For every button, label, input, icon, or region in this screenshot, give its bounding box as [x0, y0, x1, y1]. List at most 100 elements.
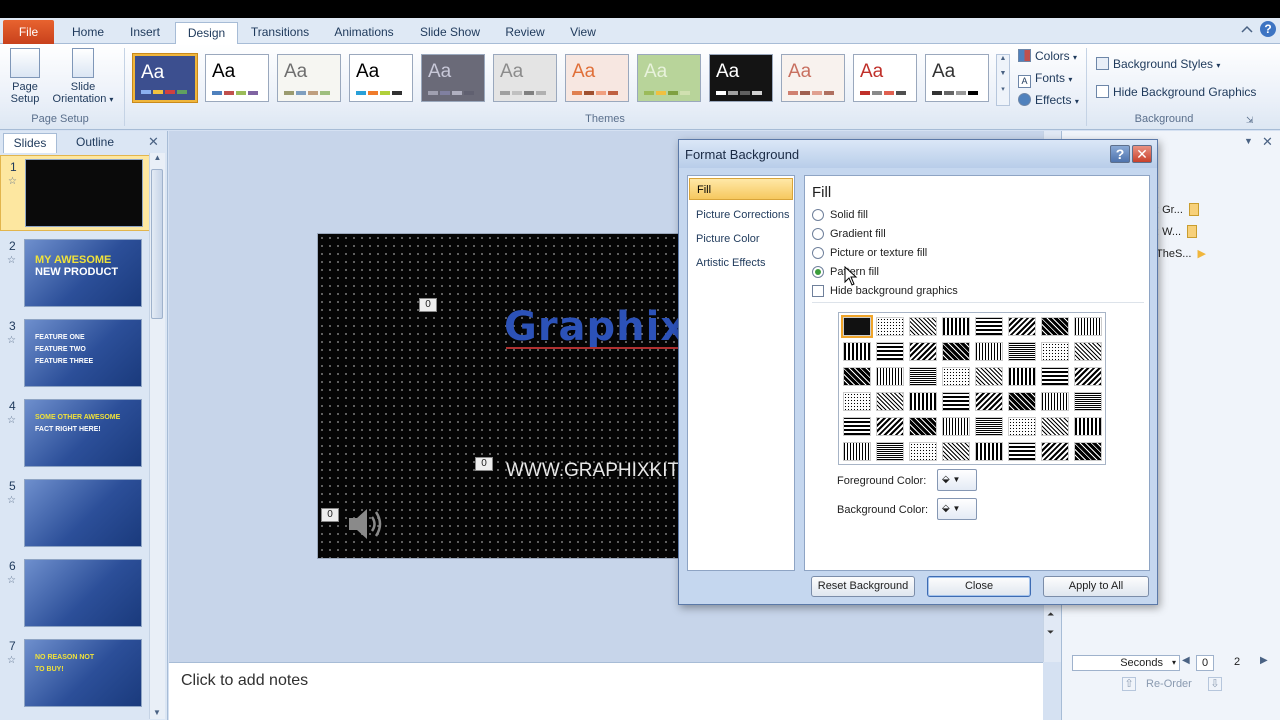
scrollbar-thumb[interactable] — [151, 169, 163, 319]
pattern-swatch[interactable] — [942, 342, 970, 361]
close-panel-icon[interactable]: ✕ — [148, 134, 159, 150]
pattern-swatch[interactable] — [942, 317, 970, 336]
pattern-swatch[interactable] — [1074, 392, 1102, 411]
theme-tile[interactable]: Aa — [925, 54, 989, 102]
slide-thumbnail[interactable]: 5 ☆ — [0, 475, 150, 551]
pattern-swatch[interactable] — [975, 392, 1003, 411]
pattern-swatch[interactable] — [1074, 342, 1102, 361]
slide-thumbnail[interactable]: 2 ☆ MY AWESOME NEW PRODUCT — [0, 235, 150, 311]
pattern-swatch[interactable] — [876, 367, 904, 386]
dialog-help-button[interactable]: ? — [1110, 145, 1130, 163]
pattern-swatch[interactable] — [876, 417, 904, 436]
tab-review[interactable]: Review — [496, 22, 554, 44]
theme-tile[interactable]: Aa — [637, 54, 701, 102]
nav-fill[interactable]: Fill — [689, 178, 793, 200]
effects-button[interactable]: Effects ▾ — [1018, 90, 1079, 110]
animation-item[interactable]: : Gr... — [1156, 203, 1199, 216]
tab-design[interactable]: Design — [175, 22, 238, 45]
pattern-swatch[interactable] — [942, 367, 970, 386]
fonts-button[interactable]: A Fonts ▾ — [1018, 68, 1072, 88]
pattern-swatch[interactable] — [1008, 392, 1036, 411]
tab-view[interactable]: View — [560, 22, 606, 44]
pattern-swatch[interactable] — [1074, 417, 1102, 436]
theme-tile[interactable]: Aa — [709, 54, 773, 102]
pattern-swatch[interactable] — [975, 367, 1003, 386]
theme-tile[interactable]: Aa — [853, 54, 917, 102]
tab-outline[interactable]: Outline — [62, 133, 128, 153]
next-slide-icon[interactable]: ⏷ — [1047, 627, 1054, 638]
reorder-control[interactable]: ⇧ Re-Order ⇩ — [1122, 677, 1222, 691]
page-setup-button[interactable]: Page Setup — [4, 48, 46, 105]
tab-slides[interactable]: Slides — [3, 133, 57, 153]
nav-picture-corrections[interactable]: Picture Corrections — [689, 204, 793, 226]
nav-artistic-effects[interactable]: Artistic Effects — [689, 252, 793, 274]
colors-button[interactable]: Colors ▾ — [1018, 46, 1077, 66]
pattern-swatch[interactable] — [942, 417, 970, 436]
pattern-swatch[interactable] — [876, 392, 904, 411]
tab-insert[interactable]: Insert — [118, 22, 172, 44]
pattern-swatch[interactable] — [975, 417, 1003, 436]
slide-title[interactable]: Graphixkit — [504, 304, 678, 350]
background-styles-button[interactable]: Background Styles ▾ — [1096, 54, 1220, 74]
pattern-swatch[interactable] — [942, 392, 970, 411]
tab-file[interactable]: File — [3, 20, 54, 44]
solid-fill-radio[interactable]: Solid fill — [812, 209, 868, 221]
background-color-picker[interactable]: ⬙ ▼ — [937, 498, 977, 520]
slide-orientation-button[interactable]: Slide Orientation ▾ — [48, 48, 118, 106]
timing-unit-select[interactable]: Seconds ▾ — [1072, 655, 1180, 671]
animation-item[interactable]: : W... — [1156, 225, 1198, 238]
notes-pane[interactable]: Click to add notes — [169, 662, 1043, 720]
pattern-swatch[interactable] — [909, 417, 937, 436]
apply-to-all-button[interactable]: Apply to All — [1043, 576, 1149, 597]
pattern-swatch[interactable] — [975, 442, 1003, 461]
pattern-swatch[interactable] — [909, 392, 937, 411]
pattern-swatch[interactable] — [876, 317, 904, 336]
gradient-fill-radio[interactable]: Gradient fill — [812, 228, 886, 240]
pattern-swatch[interactable] — [1041, 392, 1069, 411]
pattern-swatch[interactable] — [975, 342, 1003, 361]
pattern-swatch[interactable] — [909, 342, 937, 361]
theme-tile[interactable]: Aa — [493, 54, 557, 102]
pattern-swatch[interactable] — [1074, 317, 1102, 336]
dialog-title-bar[interactable]: Format Background ? ✕ — [679, 140, 1157, 168]
pattern-swatch[interactable] — [876, 442, 904, 461]
pattern-swatch[interactable] — [909, 367, 937, 386]
move-down-icon[interactable]: ⇩ — [1207, 677, 1222, 691]
tab-slide-show[interactable]: Slide Show — [410, 22, 490, 44]
pattern-swatch[interactable] — [909, 442, 937, 461]
pattern-swatch[interactable] — [1008, 417, 1036, 436]
pattern-swatch[interactable] — [1041, 317, 1069, 336]
speaker-icon[interactable] — [345, 504, 385, 544]
close-pane-icon[interactable]: ✕ — [1262, 134, 1273, 150]
previous-slide-icon[interactable]: ⏶ — [1047, 609, 1054, 620]
tab-transitions[interactable]: Transitions — [242, 22, 318, 44]
theme-tile[interactable]: Aa — [205, 54, 269, 102]
themes-gallery-scroll[interactable]: ▲ ▼ ▾ — [996, 54, 1010, 106]
slide-url-text[interactable]: WWW.GRAPHIXKIT.COM — [506, 460, 678, 482]
hide-background-graphics-checkbox[interactable]: Hide background graphics — [812, 285, 958, 297]
current-slide[interactable]: Graphixkit WWW.GRAPHIXKIT.COM 0 0 0 — [317, 233, 679, 559]
tab-home[interactable]: Home — [62, 22, 114, 44]
timeline-right-icon[interactable]: ▶ — [1260, 655, 1268, 666]
pattern-swatch[interactable] — [843, 342, 871, 361]
pattern-swatch[interactable] — [841, 315, 873, 338]
nav-picture-color[interactable]: Picture Color — [689, 228, 793, 250]
pattern-swatch[interactable] — [1008, 317, 1036, 336]
theme-tile[interactable]: Aa — [421, 54, 485, 102]
picture-texture-fill-radio[interactable]: Picture or texture fill — [812, 247, 927, 259]
slide-thumbnail[interactable]: 7 ☆ NO REASON NOT TO BUY! — [0, 635, 150, 711]
pattern-swatch[interactable] — [1041, 442, 1069, 461]
close-button[interactable]: Close — [927, 576, 1031, 597]
theme-tile[interactable]: Aa — [349, 54, 413, 102]
pattern-swatch[interactable] — [1041, 342, 1069, 361]
pattern-swatch[interactable] — [1041, 367, 1069, 386]
pattern-swatch[interactable] — [1008, 442, 1036, 461]
pattern-swatch[interactable] — [975, 317, 1003, 336]
pattern-swatch[interactable] — [876, 342, 904, 361]
pattern-swatch[interactable] — [843, 442, 871, 461]
slide-thumbnail[interactable]: 3 ☆ FEATURE ONE FEATURE TWO FEATURE THREE — [0, 315, 150, 391]
help-icon[interactable]: ? — [1259, 20, 1277, 38]
pattern-swatch[interactable] — [1008, 342, 1036, 361]
theme-tile[interactable]: Aa — [277, 54, 341, 102]
minimize-ribbon-icon[interactable] — [1240, 24, 1254, 36]
